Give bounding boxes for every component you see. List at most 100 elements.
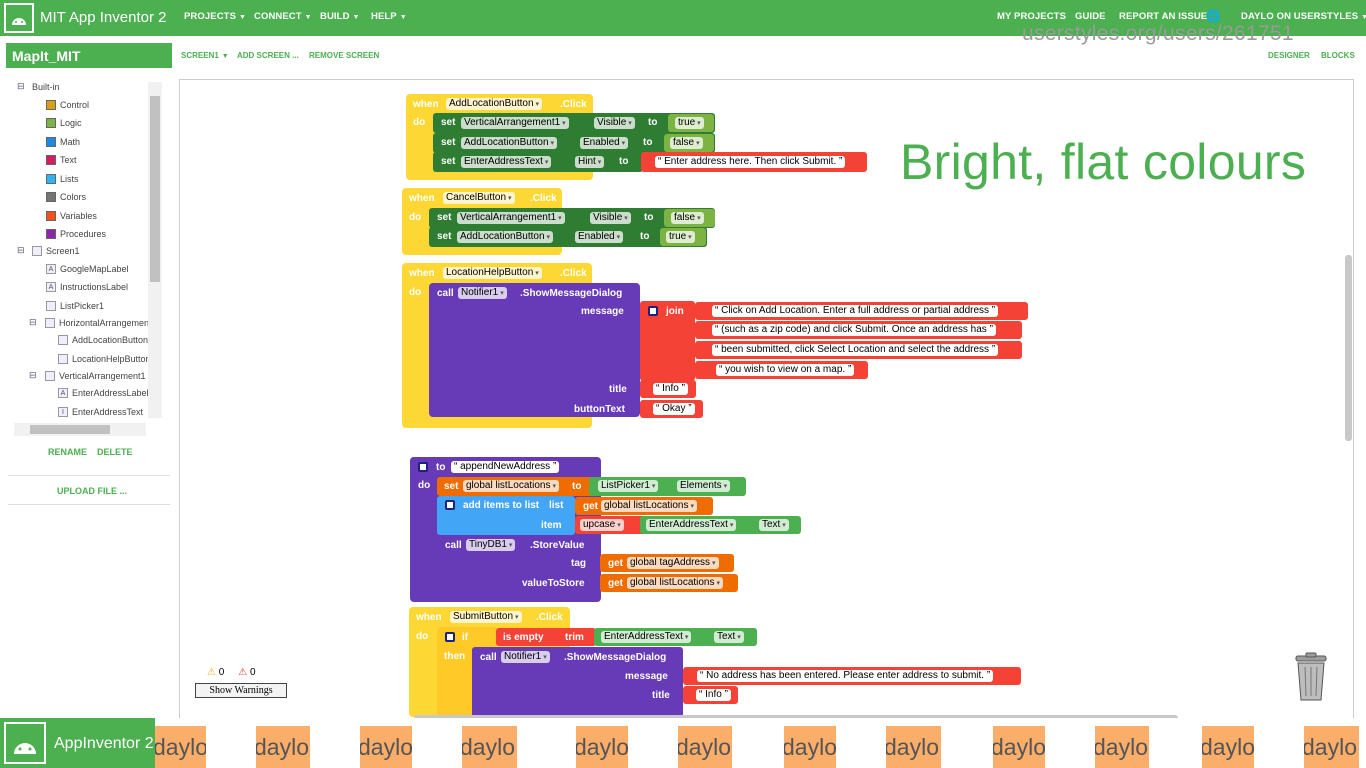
do-label: do xyxy=(409,212,422,223)
tree-component[interactable]: HorizontalArrangement1 xyxy=(45,318,157,328)
variable-dropdown[interactable]: global listLocations xyxy=(627,577,723,589)
property-dropdown[interactable]: Hint xyxy=(575,156,605,168)
tree-builtin[interactable]: Built-in xyxy=(32,82,60,92)
component-dropdown[interactable]: TinyDB1 xyxy=(466,539,516,551)
string-literal[interactable]: “ been submitted, click Select Location … xyxy=(712,344,999,356)
show-warnings-button[interactable]: Show Warnings xyxy=(195,683,287,698)
globe-icon[interactable]: 🌐 xyxy=(1206,9,1221,23)
collapse-icon[interactable]: ⊟ xyxy=(17,82,27,92)
tree-component[interactable]: AddLocationButton xyxy=(58,335,148,345)
string-literal[interactable]: “ you wish to view on a map. ” xyxy=(716,364,855,376)
collapse-icon[interactable]: ⊟ xyxy=(17,246,27,256)
variable-dropdown[interactable]: global tagAddress xyxy=(627,557,719,569)
menu-projects[interactable]: PROJECTS ▼ xyxy=(184,11,246,22)
tree-vertical-scrollbar[interactable] xyxy=(148,82,162,418)
component-dropdown[interactable]: LocationHelpButton xyxy=(443,267,542,279)
variable-dropdown[interactable]: global listLocations xyxy=(463,480,559,492)
tree-component[interactable]: A InstructionsLabel xyxy=(46,282,128,292)
tree-item-logic[interactable]: Logic xyxy=(46,118,82,128)
string-literal[interactable]: “ Info ” xyxy=(653,383,688,395)
tree-item-text[interactable]: Text xyxy=(46,155,77,165)
tree-component[interactable]: I EnterAddressText xyxy=(58,407,143,417)
scrollbar-thumb[interactable] xyxy=(150,96,160,282)
property-dropdown[interactable]: Visible xyxy=(594,117,635,129)
tree-component[interactable]: A GoogleMapLabel xyxy=(46,264,129,274)
string-literal[interactable]: “ Enter address here. Then click Submit.… xyxy=(655,156,846,168)
menu-connect[interactable]: CONNECT ▼ xyxy=(254,11,312,22)
mutator-gear-icon[interactable] xyxy=(445,500,455,510)
guide-link[interactable]: GUIDE xyxy=(1075,11,1106,22)
procedure-name[interactable]: “ appendNewAddress ” xyxy=(451,461,560,473)
string-literal[interactable]: “ No address has been entered. Please en… xyxy=(697,670,994,682)
property-dropdown[interactable]: Enabled xyxy=(575,231,624,243)
component-dropdown[interactable]: EnterAddressText xyxy=(461,156,552,168)
component-dropdown[interactable]: AddLocationButton xyxy=(461,137,557,149)
component-dropdown[interactable]: ListPicker1 xyxy=(598,480,659,492)
menu-build[interactable]: BUILD ▼ xyxy=(320,11,360,22)
component-dropdown[interactable]: AddLocationButton xyxy=(457,231,553,243)
mutator-gear-icon[interactable] xyxy=(445,632,455,642)
if-label: if xyxy=(462,632,469,643)
tree-item-procedures[interactable]: Procedures xyxy=(46,229,106,239)
property-dropdown[interactable]: Text xyxy=(714,631,744,643)
tree-component[interactable]: VerticalArrangement1 xyxy=(45,371,146,381)
collapse-icon[interactable]: ⊟ xyxy=(29,371,39,381)
property-dropdown[interactable]: Visible xyxy=(590,212,631,224)
screen-selector[interactable]: SCREEN1 ▼ xyxy=(181,51,229,60)
boolean-dropdown[interactable]: true xyxy=(675,117,704,129)
workspace-vertical-scrollbar[interactable] xyxy=(1345,255,1352,441)
user-menu[interactable]: DAYLO ON USERSTYLES ▼ xyxy=(1241,11,1366,22)
tree-item-math[interactable]: Math xyxy=(46,137,80,147)
tree-item-control[interactable]: Control xyxy=(46,100,89,110)
string-literal[interactable]: “ Okay ” xyxy=(653,403,695,415)
property-dropdown[interactable]: Elements xyxy=(677,480,731,492)
tree-component[interactable]: ListPicker1 xyxy=(46,301,104,311)
rename-button[interactable]: RENAME xyxy=(48,447,87,457)
component-dropdown[interactable]: Notifier1 xyxy=(458,287,507,299)
mutator-gear-icon[interactable] xyxy=(648,306,658,316)
do-label: do xyxy=(413,117,426,128)
add-screen-button[interactable]: ADD SCREEN ... xyxy=(237,51,299,60)
trash-can-icon[interactable] xyxy=(1292,652,1330,702)
app-inventor-logo-icon[interactable] xyxy=(4,3,34,33)
mutator-gear-icon[interactable] xyxy=(418,462,428,472)
string-literal[interactable]: “ Click on Add Location. Enter a full ad… xyxy=(712,305,999,317)
tree-item-variables[interactable]: Variables xyxy=(46,211,97,221)
boolean-dropdown[interactable]: false xyxy=(670,137,703,149)
component-dropdown[interactable]: EnterAddressText xyxy=(601,631,692,643)
component-dropdown[interactable]: AddLocationButton xyxy=(446,98,542,110)
designer-button[interactable]: DESIGNER xyxy=(1268,51,1310,60)
tree-item-colors[interactable]: Colors xyxy=(46,192,86,202)
upload-file-button[interactable]: UPLOAD FILE ... xyxy=(57,486,127,496)
delete-button[interactable]: DELETE xyxy=(97,447,133,457)
math-icon xyxy=(46,137,56,147)
tree-screen1[interactable]: Screen1 xyxy=(32,246,80,256)
string-literal[interactable]: “ (such as a zip code) and click Submit.… xyxy=(712,324,996,336)
tree-item-lists[interactable]: Lists xyxy=(46,174,79,184)
app-title[interactable]: MIT App Inventor 2 xyxy=(40,9,166,26)
boolean-dropdown[interactable]: true xyxy=(666,231,695,243)
menu-help[interactable]: HELP ▼ xyxy=(371,11,407,22)
component-dropdown[interactable]: SubmitButton xyxy=(450,611,522,623)
my-projects-link[interactable]: MY PROJECTS xyxy=(997,11,1066,22)
property-dropdown[interactable]: Text xyxy=(759,519,789,531)
report-issue-link[interactable]: REPORT AN ISSUE xyxy=(1119,11,1207,22)
component-dropdown[interactable]: VerticalArrangement1 xyxy=(461,117,569,129)
blocks-button[interactable]: BLOCKS xyxy=(1321,51,1355,60)
collapse-icon[interactable]: ⊟ xyxy=(29,318,39,328)
tree-component[interactable]: LocationHelpButton xyxy=(58,354,151,364)
call-block[interactable] xyxy=(429,283,640,417)
variable-dropdown[interactable]: global listLocations xyxy=(601,500,697,512)
tree-horizontal-scrollbar[interactable] xyxy=(14,423,146,436)
component-dropdown[interactable]: VerticalArrangement1 xyxy=(457,212,565,224)
tree-component[interactable]: A EnterAddressLabel xyxy=(58,388,149,398)
boolean-dropdown[interactable]: false xyxy=(671,212,704,224)
string-literal[interactable]: “ Info ” xyxy=(696,689,731,701)
text-op-dropdown[interactable]: upcase xyxy=(580,519,624,531)
component-dropdown[interactable]: CancelButton xyxy=(443,192,515,204)
component-dropdown[interactable]: EnterAddressText xyxy=(646,519,737,531)
scrollbar-thumb[interactable] xyxy=(30,425,110,434)
remove-screen-button[interactable]: REMOVE SCREEN xyxy=(309,51,379,60)
component-dropdown[interactable]: Notifier1 xyxy=(501,651,550,663)
property-dropdown[interactable]: Enabled xyxy=(580,137,629,149)
